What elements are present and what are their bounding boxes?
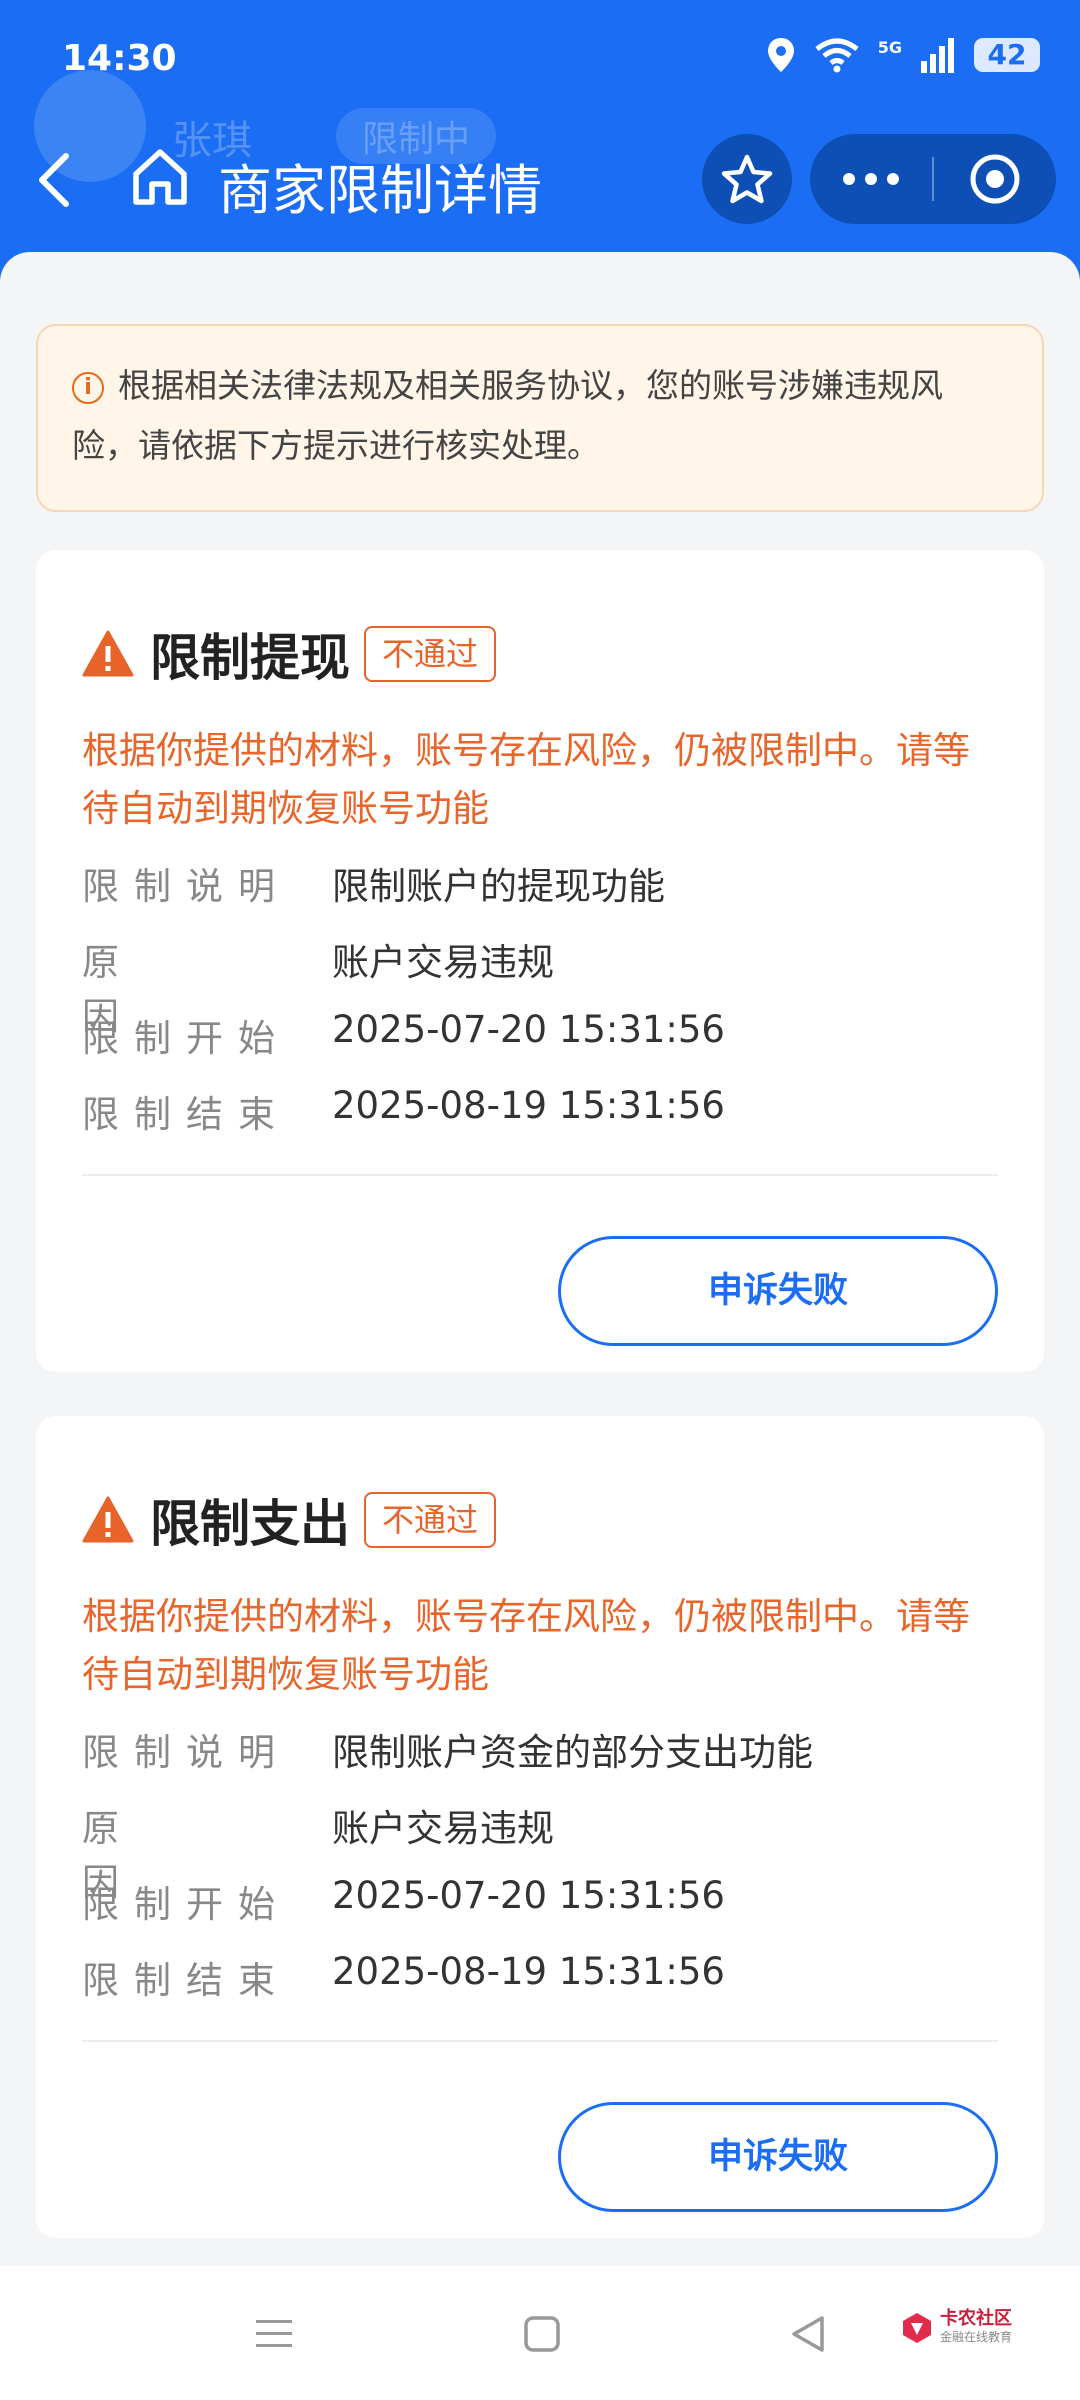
status-badge: 不通过 bbox=[364, 626, 497, 682]
watermark: 卡农社区 金融在线教育 bbox=[900, 2310, 1012, 2345]
more-dot-icon bbox=[887, 173, 899, 185]
battery-indicator: 42 bbox=[974, 38, 1040, 72]
home-button[interactable] bbox=[130, 146, 190, 210]
risk-message: 根据你提供的材料，账号存在风险，仍被限制中。请等待自动到期恢复账号功能 bbox=[82, 729, 970, 830]
info-row: 限制说明 限制账户的提现功能 bbox=[82, 856, 665, 910]
info-row: 限制结束 2025-08-19 15:31:56 bbox=[82, 1950, 725, 2004]
info-label: 限制结束 bbox=[82, 1959, 290, 2002]
card-title: 限制提现 bbox=[150, 629, 350, 687]
chevron-left-icon bbox=[39, 153, 69, 207]
status-icons: 5G 42 bbox=[766, 36, 1040, 74]
wifi-icon bbox=[815, 38, 859, 73]
close-mini-program-button[interactable] bbox=[934, 151, 1056, 207]
favorite-button[interactable] bbox=[702, 134, 792, 224]
more-options-button[interactable] bbox=[810, 173, 932, 185]
info-label: 限制说明 bbox=[82, 1731, 290, 1774]
appeal-button[interactable]: 申诉失败 bbox=[558, 1236, 998, 1346]
warning-icon bbox=[82, 630, 134, 677]
info-row: 限制开始 2025-07-20 15:31:56 bbox=[82, 1008, 725, 1062]
risk-message: 根据你提供的材料，账号存在风险，仍被限制中。请等待自动到期恢复账号功能 bbox=[82, 1595, 970, 1696]
restriction-card-spending: 限制支出 不通过 根据你提供的材料，账号存在风险，仍被限制中。请等待自动到期恢复… bbox=[36, 1416, 1044, 2238]
target-icon bbox=[970, 154, 1020, 204]
mini-program-capsule bbox=[810, 134, 1056, 224]
info-value: 限制账户的提现功能 bbox=[332, 865, 665, 908]
info-value: 2025-07-20 15:31:56 bbox=[332, 1008, 725, 1051]
info-label: 限制结束 bbox=[82, 1093, 290, 1136]
info-row: 限制开始 2025-07-20 15:31:56 bbox=[82, 1874, 725, 1928]
star-icon bbox=[721, 154, 773, 204]
back-triangle-icon[interactable] bbox=[788, 2314, 828, 2354]
card-header: 限制支出 不通过 bbox=[82, 1484, 497, 1556]
watermark-sub: 金融在线教育 bbox=[940, 2330, 1013, 2344]
home-square-icon[interactable] bbox=[522, 2314, 562, 2354]
appeal-button[interactable]: 申诉失败 bbox=[558, 2102, 998, 2212]
info-value: 2025-08-19 15:31:56 bbox=[332, 1950, 725, 1993]
info-label: 限制说明 bbox=[82, 865, 290, 908]
content-area: i 根据相关法律法规及相关服务协议，您的账号涉嫌违规风险，请依据下方提示进行核实处… bbox=[0, 252, 1080, 2266]
info-value: 2025-07-20 15:31:56 bbox=[332, 1874, 725, 1917]
restriction-card-withdraw: 限制提现 不通过 根据你提供的材料，账号存在风险，仍被限制中。请等待自动到期恢复… bbox=[36, 550, 1044, 1372]
info-value: 2025-08-19 15:31:56 bbox=[332, 1084, 725, 1127]
more-dot-icon bbox=[865, 173, 877, 185]
more-dot-icon bbox=[843, 173, 855, 185]
card-header: 限制提现 不通过 bbox=[82, 618, 497, 690]
info-icon: i bbox=[72, 372, 104, 404]
page-title: 商家限制详情 bbox=[218, 159, 542, 222]
warning-icon bbox=[82, 1496, 134, 1543]
network-label: 5G bbox=[877, 37, 902, 57]
status-badge: 不通过 bbox=[364, 1492, 497, 1548]
card-title: 限制支出 bbox=[150, 1495, 350, 1553]
app-header: 14:30 5G 42 张琪 限制中 商家限制详情 bbox=[0, 0, 1080, 270]
info-label: 限制开始 bbox=[82, 1883, 290, 1926]
location-icon bbox=[767, 38, 794, 72]
info-label: 限制开始 bbox=[82, 1017, 290, 1060]
watermark-name: 卡农社区 bbox=[940, 2308, 1012, 2329]
info-row: 限制说明 限制账户资金的部分支出功能 bbox=[82, 1722, 813, 1776]
notice-text: 根据相关法律法规及相关服务协议，您的账号涉嫌违规风险，请依据下方提示进行核实处理… bbox=[72, 366, 943, 465]
back-button[interactable] bbox=[34, 148, 88, 212]
risk-notice: i 根据相关法律法规及相关服务协议，您的账号涉嫌违规风险，请依据下方提示进行核实处… bbox=[36, 324, 1044, 512]
menu-icon[interactable] bbox=[254, 2314, 294, 2354]
card-divider bbox=[82, 1174, 998, 1176]
card-divider bbox=[82, 2040, 998, 2042]
info-value: 限制账户资金的部分支出功能 bbox=[332, 1731, 813, 1774]
home-icon bbox=[133, 149, 187, 205]
watermark-logo-icon bbox=[903, 2312, 931, 2343]
signal-icon bbox=[921, 38, 954, 73]
info-row: 限制结束 2025-08-19 15:31:56 bbox=[82, 1084, 725, 1138]
